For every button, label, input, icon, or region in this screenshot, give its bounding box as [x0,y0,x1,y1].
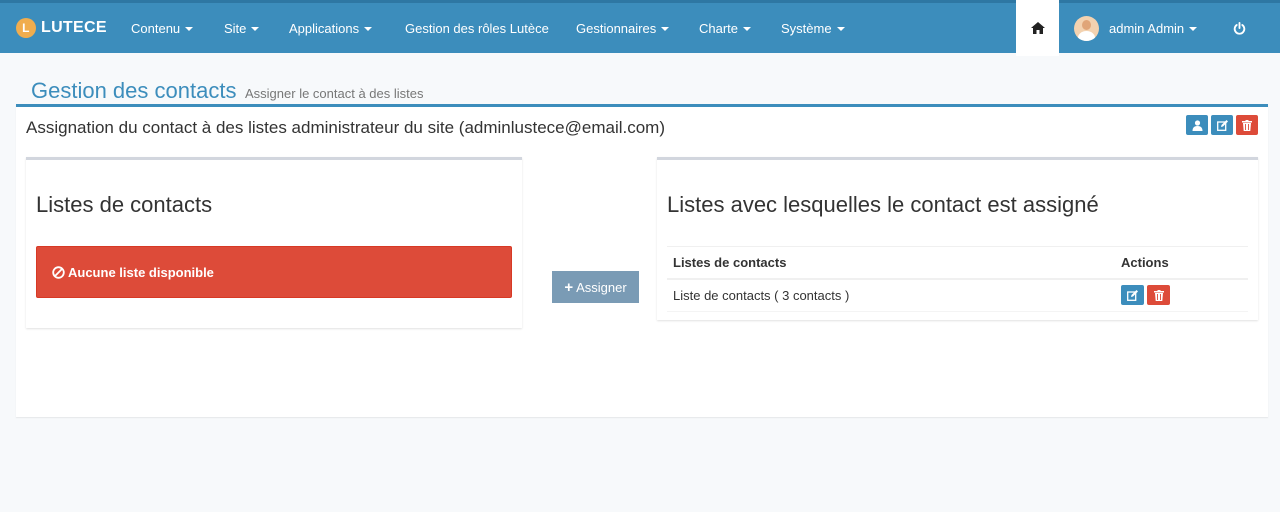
page-title: Gestion des contacts [31,78,237,103]
column-header-lists: Listes de contacts [667,246,1115,280]
page-subtitle: Assigner le contact à des listes [245,86,424,101]
nav-item-charte[interactable]: Charte [699,3,752,53]
edit-icon [1127,289,1138,301]
assign-button-label: Assigner [576,279,627,295]
nav-item-label: Contenu [131,20,181,36]
nav-item-label: Site [224,20,247,36]
assigned-lists-title: Listes avec lesquelles le contact est as… [667,192,1099,217]
available-lists-panel: Listes de contacts Aucune liste disponib… [26,157,522,328]
trash-icon [1153,289,1164,301]
no-list-alert-text: Aucune liste disponible [68,264,214,280]
home-icon [1030,22,1045,34]
ban-icon [52,265,65,279]
logout-button[interactable] [1228,3,1250,53]
caret-down-icon [1189,26,1198,31]
assignment-box: Assignation du contact à des listes admi… [16,104,1268,417]
available-lists-title: Listes de contacts [36,192,213,217]
nav-item-label: Charte [699,20,739,36]
caret-down-icon [743,26,752,31]
caret-down-icon [836,26,845,31]
user-name: admin Admin [1109,20,1185,36]
edit-list-button[interactable] [1121,285,1144,306]
brand-name: LUTECE [41,19,107,36]
nav-item-gestionnaires[interactable]: Gestionnaires [576,3,670,53]
list-name-cell: Liste de contacts ( 3 contacts ) [667,279,1115,312]
plus-icon: + [564,278,574,296]
box-tools [1186,115,1258,135]
unassign-list-button[interactable] [1147,285,1170,306]
table-header-row: Listes de contacts Actions [667,246,1248,280]
home-button[interactable] [1016,0,1059,56]
edit-contact-button[interactable] [1211,115,1233,135]
nav-item-label: Système [781,20,832,36]
column-header-actions: Actions [1115,246,1248,280]
nav-item-site[interactable]: Site [224,3,260,53]
assign-button[interactable]: + Assigner [552,271,639,303]
no-list-alert: Aucune liste disponible [36,246,512,298]
caret-down-icon [661,26,670,31]
view-contact-button[interactable] [1186,115,1208,135]
nav-item-applications[interactable]: Applications [289,3,373,53]
nav-item-label: Gestionnaires [576,20,657,36]
nav-item-gestion-roles[interactable]: Gestion des rôles Lutèce [405,3,549,53]
lutece-logo-icon: L [16,18,36,38]
caret-down-icon [364,26,373,31]
nav-item-systeme[interactable]: Système [781,3,845,53]
trash-icon [1242,119,1252,131]
delete-contact-button[interactable] [1236,115,1258,135]
nav-item-label: Applications [289,20,360,36]
assigned-lists-table: Listes de contacts Actions Liste de cont… [667,246,1248,312]
actions-cell [1115,279,1248,312]
assigned-lists-panel: Listes avec lesquelles le contact est as… [657,157,1258,320]
caret-down-icon [251,26,260,31]
nav-item-label: Gestion des rôles Lutèce [405,20,549,36]
top-navbar: L LUTECE Contenu Site Applications Gesti… [0,0,1280,56]
table-row: Liste de contacts ( 3 contacts ) [667,279,1248,312]
box-title: Assignation du contact à des listes admi… [26,118,665,137]
user-icon [1192,119,1202,131]
power-icon [1233,21,1245,35]
nav-item-contenu[interactable]: Contenu [131,3,194,53]
edit-icon [1216,119,1228,131]
brand-logo[interactable]: L LUTECE [16,3,107,53]
avatar [1074,15,1099,41]
user-menu[interactable]: admin Admin [1074,3,1198,53]
caret-down-icon [185,26,194,31]
